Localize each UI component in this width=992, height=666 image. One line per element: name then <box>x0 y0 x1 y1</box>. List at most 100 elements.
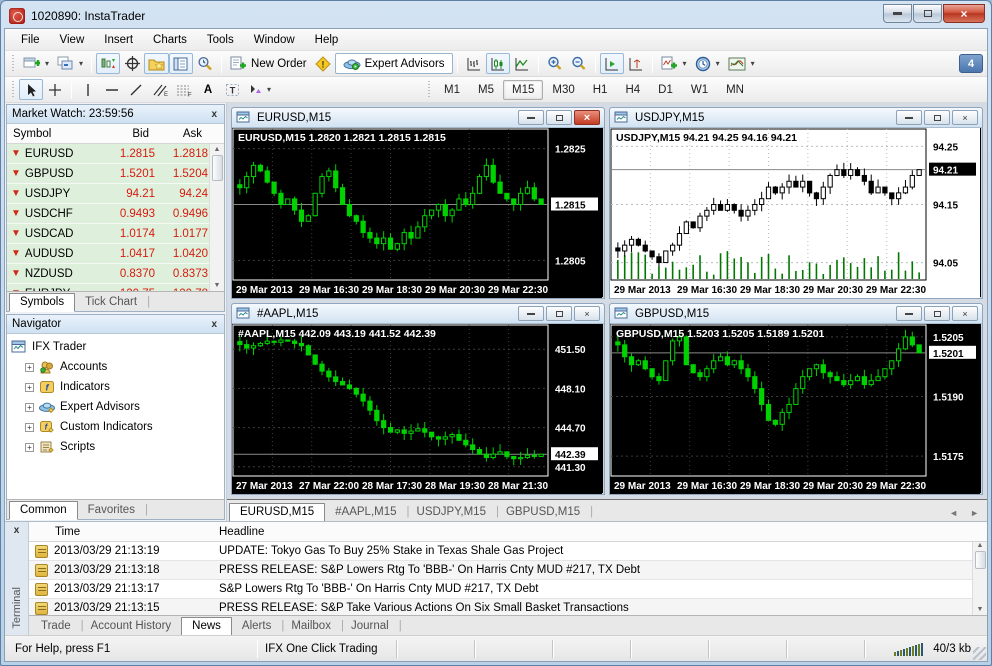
news-row[interactable]: 2013/03/29 21:13:15 PRESS RELEASE: S&P T… <box>29 599 987 615</box>
scroll-thumb[interactable] <box>211 155 223 181</box>
terminal-tab-alerts[interactable]: Alerts <box>232 618 285 635</box>
terminal-tab-account-history[interactable]: Account History <box>81 618 184 635</box>
expand-plus-icon[interactable]: + <box>25 422 34 432</box>
chart-minimize-button[interactable] <box>896 110 922 125</box>
tab-favorites[interactable]: Favorites <box>78 502 149 519</box>
timeframe-m30[interactable]: M30 <box>543 80 583 100</box>
chart-restore-button[interactable] <box>924 110 950 125</box>
timeframe-h4[interactable]: H4 <box>616 80 649 100</box>
text-tool-button[interactable]: A <box>196 79 220 100</box>
scroll-down-icon[interactable]: ▼ <box>977 606 984 613</box>
column-time[interactable]: Time <box>29 526 219 538</box>
candlestick-chart-button[interactable] <box>485 53 510 74</box>
vertical-line-tool-button[interactable] <box>76 79 100 100</box>
title-bar[interactable]: 1020890: InstaTrader × <box>1 1 991 28</box>
chart-window-eurusd-m15[interactable]: EURUSD,M15 × 1.2825 1.2815 1.2805 EURUSD,M1… <box>231 107 605 299</box>
chart-tab-gbpusd-m15[interactable]: GBPUSD,M15 <box>496 504 593 521</box>
expert-advisors-button[interactable]: Expert Advisors <box>334 53 453 74</box>
tab-tick-chart[interactable]: Tick Chart <box>75 294 150 311</box>
tab-common[interactable]: Common <box>9 501 78 520</box>
chart-tab--aapl-m15[interactable]: #AAPL,M15 <box>325 504 410 521</box>
navigator-close-icon[interactable]: x <box>209 319 219 330</box>
market-watch-row[interactable]: ▼ AUDUSD 1.0417 1.0420 <box>7 244 224 264</box>
market-watch-toggle-button[interactable] <box>96 53 121 74</box>
toolbar-grip[interactable] <box>12 80 16 99</box>
market-watch-row[interactable]: ▼ EURUSD 1.2815 1.2818 <box>7 144 224 164</box>
menu-tools[interactable]: Tools <box>197 31 244 49</box>
trendline-tool-button[interactable] <box>124 79 148 100</box>
chart-canvas[interactable]: 1.2825 1.2815 1.2805 EURUSD,M15 1.2820 1.28… <box>232 128 602 298</box>
templates-button[interactable]: ▾ <box>724 53 759 74</box>
tab-scroll-left-icon[interactable]: ◄ <box>943 505 964 521</box>
chart-canvas[interactable]: 451.50 448.10 444.70 442.39 441.30 #AAPL,M15 … <box>232 324 602 494</box>
market-watch-row[interactable]: ▼ USDCAD 1.0174 1.0177 <box>7 224 224 244</box>
toolbar-grip[interactable] <box>428 80 433 99</box>
fibonacci-tool-button[interactable]: F <box>172 79 196 100</box>
news-row[interactable]: 2013/03/29 21:13:18 PRESS RELEASE: S&P L… <box>29 561 987 580</box>
market-watch-titlebar[interactable]: Market Watch: 23:59:56 x <box>7 105 224 124</box>
crosshair-tool-button[interactable] <box>43 79 67 100</box>
column-bid[interactable]: Bid <box>99 128 155 140</box>
chart-minimize-button[interactable] <box>518 306 544 321</box>
news-row[interactable]: 2013/03/29 21:13:17 S&P Lowers Rtg To 'B… <box>29 580 987 599</box>
terminal-toggle-button[interactable] <box>169 53 194 74</box>
scroll-thumb[interactable] <box>974 551 986 569</box>
chart-tab-usdjpy-m15[interactable]: USDJPY,M15 <box>407 504 500 521</box>
column-headline[interactable]: Headline <box>219 526 264 538</box>
menu-view[interactable]: View <box>50 31 95 49</box>
menu-window[interactable]: Window <box>244 31 305 49</box>
navigator-titlebar[interactable]: Navigator x <box>7 315 224 334</box>
timeframe-d1[interactable]: D1 <box>649 80 682 100</box>
text-label-tool-button[interactable]: T <box>220 79 244 100</box>
attention-button[interactable]: ! <box>311 53 335 74</box>
chart-minimize-button[interactable] <box>896 306 922 321</box>
navigator-toggle-button[interactable] <box>144 53 170 74</box>
column-symbol[interactable]: Symbol <box>7 128 99 140</box>
market-watch-scrollbar[interactable]: ▲ ▼ <box>209 144 224 291</box>
arrow-styles-button[interactable]: ▾ <box>244 79 275 100</box>
chart-window-titlebar[interactable]: #AAPL,M15 × <box>232 304 604 324</box>
terminal-tab-journal[interactable]: Journal <box>341 618 401 635</box>
timeframe-m5[interactable]: M5 <box>469 80 503 100</box>
column-ask[interactable]: Ask <box>155 128 208 140</box>
news-row[interactable]: 2013/03/29 21:13:19 UPDATE: Tokyo Gas To… <box>29 542 987 561</box>
terminal-tab-news[interactable]: News <box>181 617 232 635</box>
community-chat-button[interactable]: 4 <box>959 54 983 73</box>
navigator-item-indicators[interactable]: + f Indicators <box>11 377 224 397</box>
chart-canvas[interactable]: 1.5205 1.5201 1.5190 1.5175 GBPUSD,M15 1.520… <box>610 324 980 494</box>
chart-close-button[interactable]: × <box>952 110 978 125</box>
toolbar-grip[interactable] <box>12 54 16 73</box>
menu-file[interactable]: File <box>11 31 50 49</box>
chart-tab-eurusd-m15[interactable]: EURUSD,M15 <box>229 503 326 521</box>
zoom-out-button[interactable] <box>567 53 591 74</box>
tab-scroll-right-icon[interactable]: ► <box>964 505 985 521</box>
timeframe-mn[interactable]: MN <box>717 80 753 100</box>
chart-close-button[interactable]: × <box>574 110 600 125</box>
scroll-up-icon[interactable]: ▲ <box>977 542 984 549</box>
menu-charts[interactable]: Charts <box>143 31 197 49</box>
zoom-in-button[interactable] <box>543 53 567 74</box>
expand-plus-icon[interactable]: + <box>25 362 34 372</box>
line-chart-button[interactable] <box>510 53 534 74</box>
market-watch-row[interactable]: ▼ NZDUSD 0.8370 0.8373 <box>7 264 224 284</box>
status-mode-text[interactable]: IFX One Click Trading <box>257 639 397 658</box>
chart-restore-button[interactable] <box>924 306 950 321</box>
data-window-button[interactable] <box>120 53 144 74</box>
market-watch-row[interactable]: ▼ GBPUSD 1.5201 1.5204 <box>7 164 224 184</box>
navigator-root-item[interactable]: IFX Trader <box>11 337 224 357</box>
navigator-item-custom-indicators[interactable]: + f Custom Indicators <box>11 417 224 437</box>
chart-window-titlebar[interactable]: GBPUSD,M15 × <box>610 304 982 324</box>
chart-window-usdjpy-m15[interactable]: USDJPY,M15 × 94.25 94.21 94.15 94.05 USDJPY,… <box>609 107 983 299</box>
navigator-item-scripts[interactable]: + Scripts <box>11 437 224 457</box>
strategy-tester-button[interactable] <box>193 53 217 74</box>
timeframe-m15[interactable]: M15 <box>502 79 544 100</box>
tab-symbols[interactable]: Symbols <box>9 293 76 312</box>
menu-insert[interactable]: Insert <box>94 31 143 49</box>
timeframe-w1[interactable]: W1 <box>682 80 717 100</box>
terminal-tab-mailbox[interactable]: Mailbox <box>281 618 343 635</box>
chart-minimize-button[interactable] <box>518 110 544 125</box>
chart-window-titlebar[interactable]: EURUSD,M15 × <box>232 108 604 128</box>
maximize-button[interactable] <box>913 4 942 23</box>
indicators-button[interactable]: ▾ <box>657 53 691 74</box>
terminal-tab-trade[interactable]: Trade <box>31 618 83 635</box>
